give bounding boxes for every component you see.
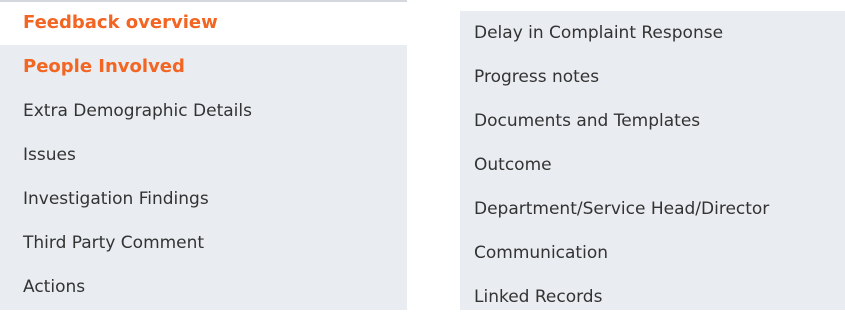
nav-item-third-party-comment[interactable]: Third Party Comment — [0, 221, 407, 265]
nav-item-feedback-overview[interactable]: Feedback overview — [0, 2, 407, 45]
nav-item-investigation-findings[interactable]: Investigation Findings — [0, 177, 407, 221]
nav-item-outcome[interactable]: Outcome — [460, 143, 845, 187]
nav-item-people-involved[interactable]: People Involved — [0, 45, 407, 89]
nav-item-progress-notes[interactable]: Progress notes — [460, 55, 845, 99]
nav-item-department-service-head-director[interactable]: Department/Service Head/Director — [460, 187, 845, 231]
nav-item-linked-records[interactable]: Linked Records — [460, 275, 845, 319]
nav-item-extra-demographic-details[interactable]: Extra Demographic Details — [0, 89, 407, 133]
nav-item-communication[interactable]: Communication — [460, 231, 845, 275]
right-section-nav: Delay in Complaint Response Progress not… — [460, 11, 845, 310]
nav-item-actions[interactable]: Actions — [0, 265, 407, 309]
nav-item-issues[interactable]: Issues — [0, 133, 407, 177]
nav-item-documents-and-templates[interactable]: Documents and Templates — [460, 99, 845, 143]
nav-item-delay-in-complaint-response[interactable]: Delay in Complaint Response — [460, 11, 845, 55]
left-section-nav: Feedback overview People Involved Extra … — [0, 0, 407, 310]
